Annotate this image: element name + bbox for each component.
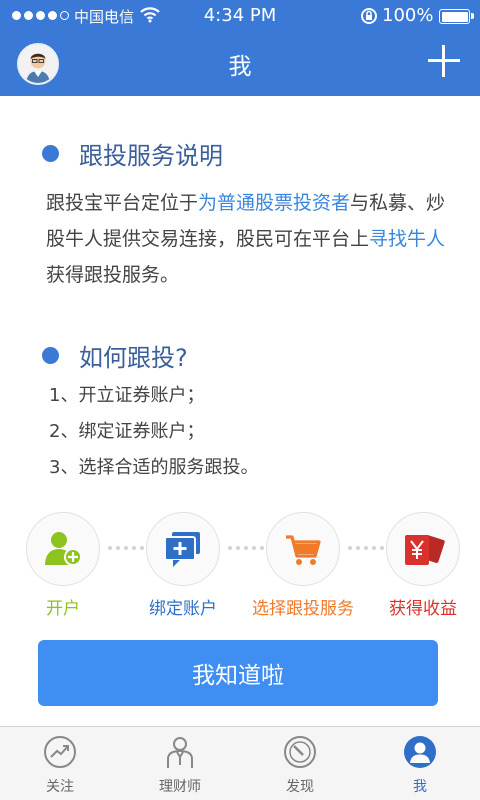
flow-step-earn[interactable] xyxy=(386,512,460,586)
status-bar: 中国电信 4:34 PM 100% xyxy=(0,0,480,32)
flow-label-earn: 获得收益 xyxy=(389,599,457,619)
got-it-button[interactable]: 我知道啦 xyxy=(38,640,438,706)
highlight-investors-link[interactable]: 为普通股票投资者 xyxy=(198,192,350,214)
step-item: 2、绑定证券账户； xyxy=(49,421,205,442)
service-description: 跟投宝平台定位于为普通股票投资者与私募、炒股牛人提供交易连接，股民可在平台上寻找… xyxy=(46,185,446,293)
compass-icon xyxy=(284,736,316,768)
flow-label-open-account: 开户 xyxy=(46,599,80,619)
flow-step-bind-account[interactable] xyxy=(146,512,220,586)
steps-list: 1、开立证券账户； 2、绑定证券账户； 3、选择合适的服务跟投。 xyxy=(49,378,258,486)
tab-follow[interactable]: 关注 xyxy=(0,727,120,800)
add-user-icon xyxy=(45,532,82,566)
profile-icon xyxy=(404,736,436,768)
shopping-cart-icon xyxy=(286,535,321,565)
tab-me[interactable]: 我 xyxy=(360,727,480,800)
add-button[interactable] xyxy=(428,45,460,77)
tab-label: 我 xyxy=(413,779,427,795)
tab-advisor[interactable]: 理财师 xyxy=(120,727,240,800)
yen-wallet-icon xyxy=(405,535,445,565)
section-title-text: 跟投服务说明 xyxy=(79,142,223,170)
bullet-icon xyxy=(42,347,59,364)
tab-discover[interactable]: 发现 xyxy=(240,727,360,800)
step-item: 1、开立证券账户； xyxy=(49,385,205,406)
description-text: 跟投宝平台定位于 xyxy=(46,192,199,214)
page-title: 我 xyxy=(228,54,252,80)
flow-label-bind-account: 绑定账户 xyxy=(149,599,217,619)
description-text: 获得跟投服务。 xyxy=(46,264,180,286)
tab-bar: 关注 理财师 发现 我 xyxy=(0,726,480,800)
rotation-lock-icon xyxy=(361,8,377,24)
tab-label: 关注 xyxy=(46,779,74,795)
section-title-how: 如何跟投? xyxy=(42,338,188,373)
tab-label: 发现 xyxy=(286,779,314,795)
trend-icon xyxy=(44,736,76,768)
step-item: 3、选择合适的服务跟投。 xyxy=(49,457,259,478)
battery-percent: 100% xyxy=(382,5,434,26)
tab-label: 理财师 xyxy=(159,779,201,795)
bind-account-icon xyxy=(164,532,200,567)
bullet-icon xyxy=(42,145,59,162)
flow-label-choose-service: 选择跟投服务 xyxy=(252,599,354,619)
battery-icon xyxy=(439,9,474,24)
section-title-text: 如何跟投? xyxy=(79,344,188,372)
highlight-find-expert-link[interactable]: 寻找牛人 xyxy=(369,228,445,250)
section-title-service: 跟投服务说明 xyxy=(42,136,223,171)
flow-step-open-account[interactable] xyxy=(26,512,100,586)
flow-step-choose-service[interactable] xyxy=(266,512,340,586)
advisor-icon xyxy=(167,737,193,768)
header-bar: 中国电信 4:34 PM 100% 我 xyxy=(0,0,480,96)
